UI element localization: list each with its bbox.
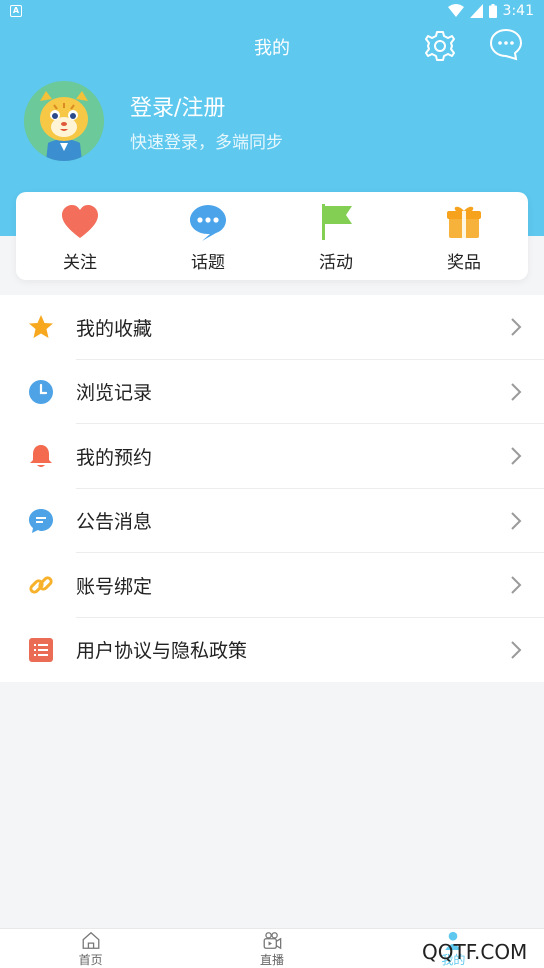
message-button[interactable]: [488, 26, 524, 62]
status-bar: A 3:41: [0, 0, 544, 24]
quick-prize[interactable]: 奖品: [400, 192, 528, 280]
chevron-right-icon: [511, 640, 522, 659]
heart-icon: [62, 205, 98, 238]
signal-icon: [469, 4, 483, 18]
gift-icon: [447, 206, 481, 238]
settings-menu: 我的收藏 浏览记录 我的预约 公告消息 账号绑定 用户协议与隐私政策: [0, 295, 544, 682]
menu-favorites-label: 我的收藏: [76, 317, 153, 340]
notification-icon: A: [10, 5, 22, 17]
status-right: 3:41: [447, 3, 534, 19]
wifi-icon: [447, 4, 464, 17]
menu-privacy-policy[interactable]: 用户协议与隐私政策: [0, 618, 544, 683]
login-subtitle: 快速登录，多端同步: [130, 133, 283, 153]
star-icon: [29, 315, 53, 338]
menu-reservations[interactable]: 我的预约: [0, 424, 544, 489]
tab-live[interactable]: 直播: [181, 929, 362, 968]
list-icon: [29, 637, 53, 662]
quick-topic[interactable]: 话题: [144, 192, 272, 280]
message-icon: [29, 508, 53, 533]
watermark-text: QQTF.COM: [422, 940, 528, 964]
chat-bubble-icon: [489, 28, 523, 61]
battery-icon: [488, 4, 497, 18]
chevron-right-icon: [511, 382, 522, 401]
menu-privacy-policy-label: 用户协议与隐私政策: [76, 640, 248, 663]
tiger-mascot-icon: [24, 81, 104, 161]
tab-home[interactable]: 首页: [0, 929, 181, 968]
home-icon: [82, 931, 100, 949]
live-icon: [263, 932, 282, 950]
quick-follow[interactable]: 关注: [16, 192, 144, 280]
quick-topic-label: 话题: [191, 253, 225, 273]
quick-prize-label: 奖品: [447, 253, 481, 273]
chat-icon: [190, 205, 226, 241]
chevron-right-icon: [511, 447, 522, 465]
menu-announcements-label: 公告消息: [76, 511, 153, 534]
bell-icon: [30, 445, 52, 467]
avatar[interactable]: [24, 81, 104, 161]
page-title: 我的: [254, 38, 290, 59]
clock-icon: [29, 379, 53, 404]
link-icon: [29, 576, 53, 594]
menu-history-label: 浏览记录: [76, 382, 153, 405]
login-register-link[interactable]: 登录/注册: [130, 90, 225, 122]
quick-follow-label: 关注: [63, 253, 97, 273]
menu-history[interactable]: 浏览记录: [0, 360, 544, 424]
tab-live-label: 直播: [259, 953, 284, 967]
menu-account-binding[interactable]: 账号绑定: [0, 553, 544, 618]
settings-button[interactable]: [422, 28, 458, 64]
flag-icon: [322, 204, 352, 240]
chevron-right-icon: [511, 318, 522, 336]
chevron-right-icon: [511, 511, 522, 530]
quick-activity[interactable]: 活动: [272, 192, 400, 280]
status-time: 3:41: [502, 3, 534, 19]
menu-announcements[interactable]: 公告消息: [0, 489, 544, 553]
menu-account-binding-label: 账号绑定: [76, 575, 153, 598]
menu-reservations-label: 我的预约: [76, 446, 153, 469]
gear-icon: [425, 31, 455, 61]
quick-actions-card: 关注 话题 活动 奖品: [16, 192, 528, 280]
quick-activity-label: 活动: [319, 253, 353, 273]
chevron-right-icon: [511, 576, 522, 594]
menu-favorites[interactable]: 我的收藏: [0, 295, 544, 360]
tab-home-label: 首页: [78, 953, 103, 967]
